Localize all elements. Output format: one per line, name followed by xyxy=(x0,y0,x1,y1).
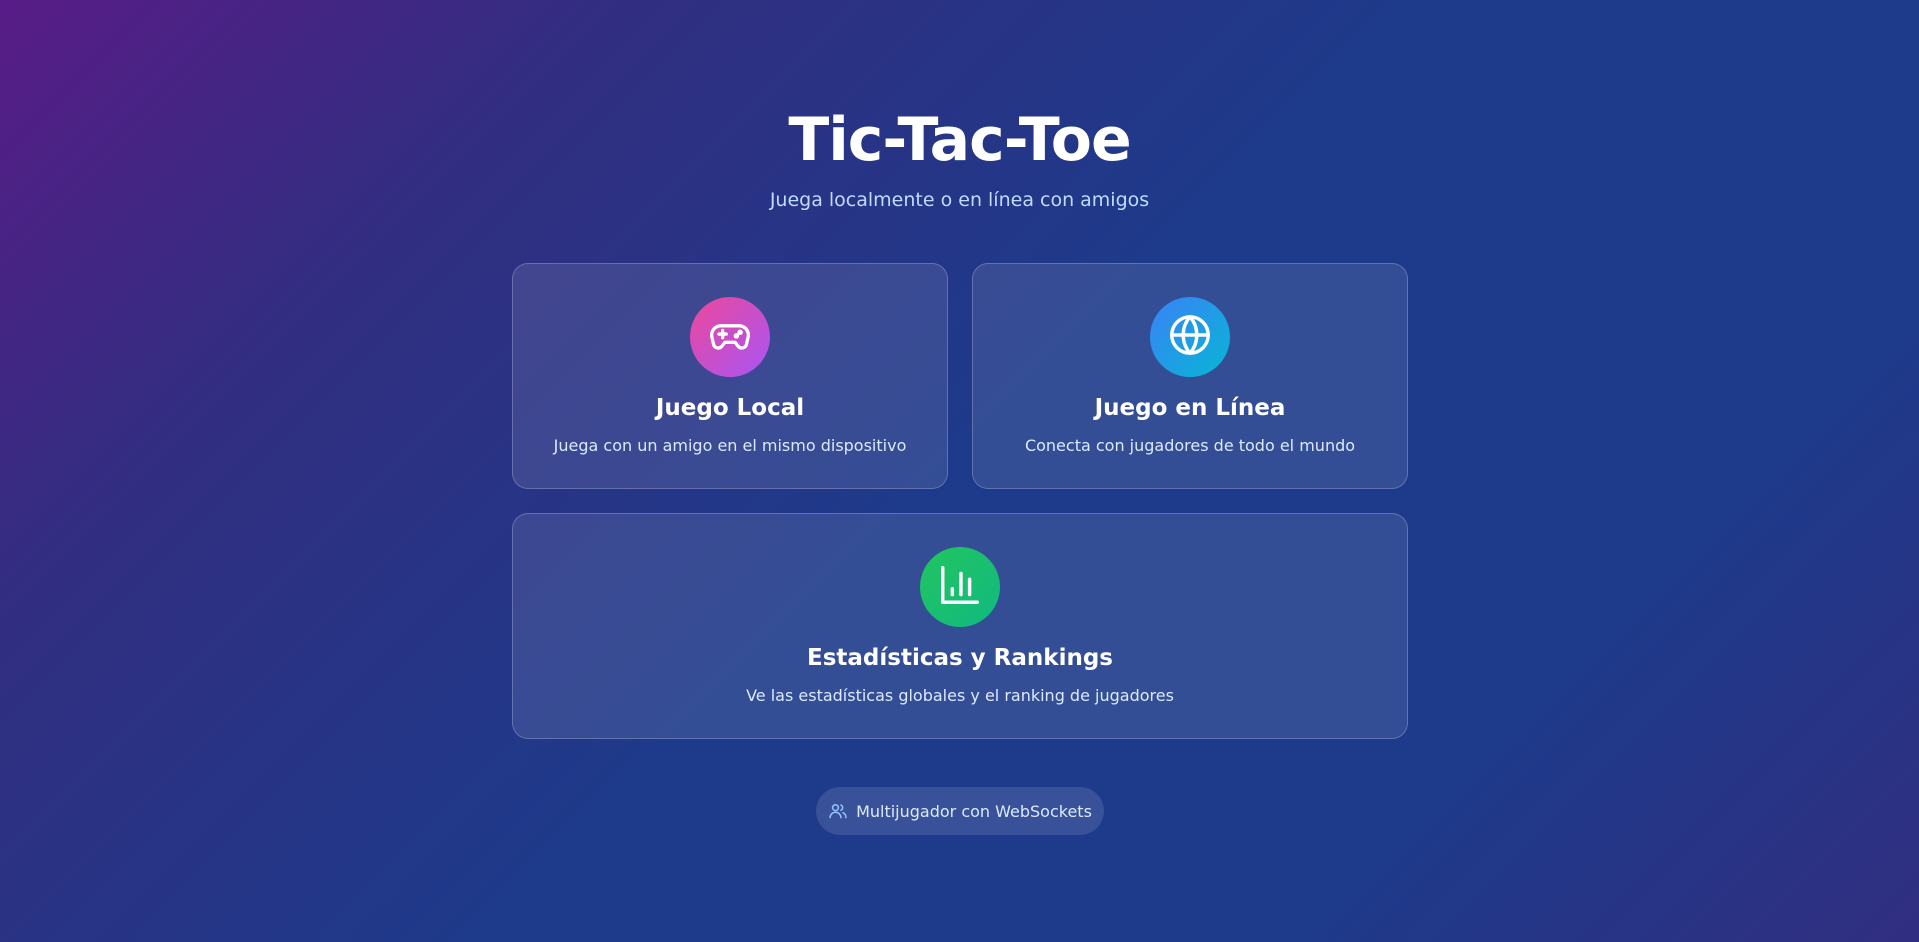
local-game-title: Juego Local xyxy=(655,395,805,421)
stats-icon-badge xyxy=(920,547,1000,627)
page-subtitle: Juega localmente o en línea con amigos xyxy=(769,189,1150,211)
online-game-title: Juego en Línea xyxy=(1094,395,1286,421)
online-game-card[interactable]: Juego en Línea Conecta con jugadores de … xyxy=(972,263,1408,489)
users-icon xyxy=(828,801,848,821)
stats-rankings-description: Ve las estadísticas globales y el rankin… xyxy=(746,686,1174,705)
online-game-description: Conecta con jugadores de todo el mundo xyxy=(1024,436,1356,455)
globe-icon xyxy=(1167,312,1213,362)
multiplayer-badge: Multijugador con WebSockets xyxy=(816,787,1104,835)
local-game-description: Juega con un amigo en el mismo dispositi… xyxy=(553,436,907,455)
multiplayer-badge-label: Multijugador con WebSockets xyxy=(856,801,1092,821)
page-title: Tic-Tac-Toe xyxy=(788,105,1131,175)
local-game-icon-badge xyxy=(690,297,770,377)
bar-chart-icon xyxy=(937,562,983,612)
local-game-card[interactable]: Juego Local Juega con un amigo en el mis… xyxy=(512,263,948,489)
gamepad-icon xyxy=(708,313,752,361)
online-game-icon-badge xyxy=(1150,297,1230,377)
home-screen: Tic-Tac-Toe Juega localmente o en línea … xyxy=(0,0,1919,942)
stats-rankings-card[interactable]: Estadísticas y Rankings Ve las estadísti… xyxy=(512,513,1408,739)
stats-rankings-title: Estadísticas y Rankings xyxy=(807,645,1113,671)
